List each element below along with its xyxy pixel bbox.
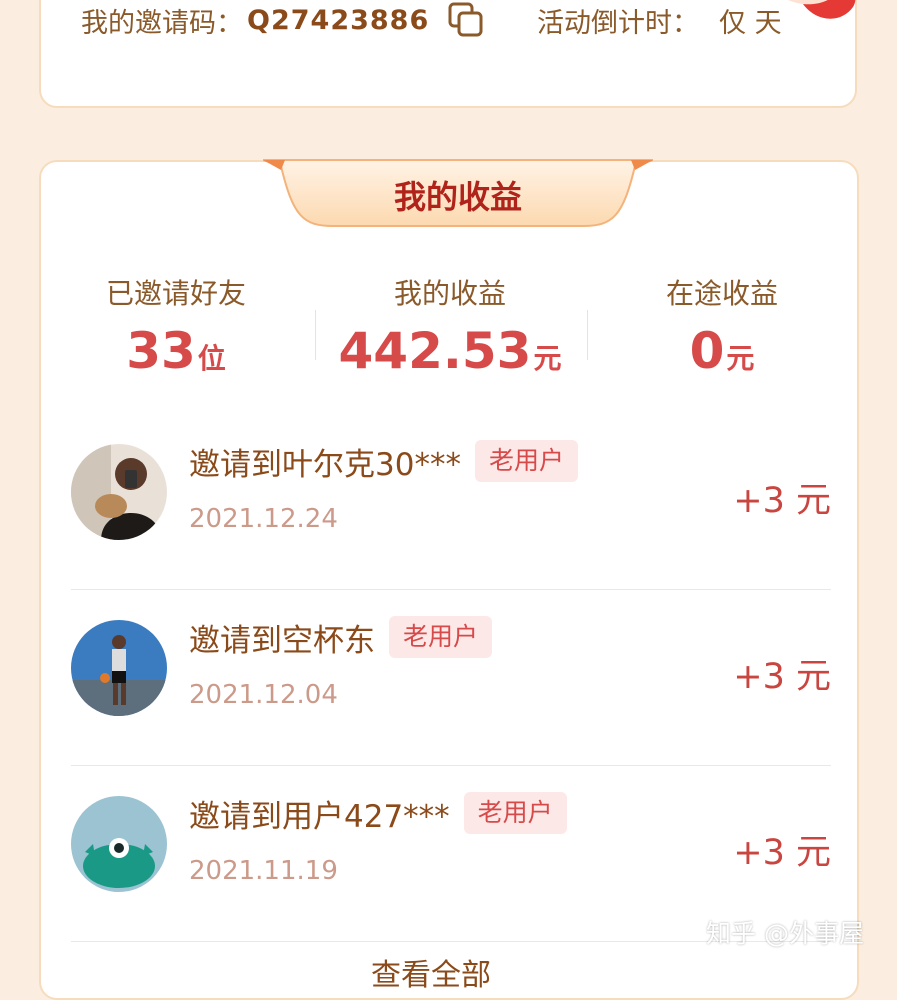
record-date: 2021.12.24 — [189, 504, 338, 534]
record-amount: +3 元 — [733, 657, 831, 697]
stat-value: 0元 — [587, 322, 857, 380]
user-type-badge: 老用户 — [474, 440, 578, 482]
stat-my-earnings: 我的收益 442.53元 — [315, 274, 585, 380]
stat-unit: 位 — [197, 342, 226, 375]
record-name: 邀请到空杯东 — [189, 622, 375, 659]
stat-label: 已邀请好友 — [105, 277, 246, 310]
record-name: 邀请到用户427*** — [189, 798, 450, 835]
list-item[interactable]: 邀请到空杯东 老用户 2021.12.04 +3 元 — [71, 590, 831, 766]
avatar — [71, 620, 167, 716]
copy-icon[interactable] — [447, 1, 485, 39]
invite-code-row: 我的邀请码： Q27423886 — [81, 0, 485, 40]
record-date: 2021.12.04 — [189, 680, 338, 710]
stat-number: 442.53 — [338, 322, 532, 380]
stat-number: 33 — [126, 322, 196, 380]
see-all-link[interactable]: 查看全部 — [371, 950, 491, 994]
stat-value: 442.53元 — [315, 322, 585, 380]
earnings-card: 我的收益 已邀请好友 33位 我的收益 442.53元 在途收益 0元 邀请到叶… — [39, 159, 859, 1000]
earnings-title: 我的收益 — [393, 178, 522, 216]
stat-value: 33位 — [41, 322, 311, 380]
hand-decoration — [788, 0, 856, 19]
record-title: 邀请到用户427*** 老用户 — [189, 792, 567, 835]
stat-label: 在途收益 — [665, 277, 778, 310]
list-item[interactable]: 邀请到叶尔克30*** 老用户 2021.12.24 +3 元 — [71, 414, 831, 590]
stat-unit: 元 — [726, 342, 755, 375]
stats-row: 已邀请好友 33位 我的收益 442.53元 在途收益 0元 — [41, 274, 857, 384]
record-amount: +3 元 — [733, 481, 831, 521]
watermark: 知乎 @外事屋 — [706, 919, 864, 948]
record-title: 邀请到叶尔克30*** 老用户 — [189, 440, 578, 483]
stat-pending-earnings: 在途收益 0元 — [587, 274, 857, 380]
stat-unit: 元 — [533, 342, 562, 375]
user-type-badge: 老用户 — [463, 792, 567, 834]
stat-invited-friends: 已邀请好友 33位 — [41, 274, 311, 380]
avatar — [71, 796, 167, 892]
stat-label: 我的收益 — [393, 277, 506, 310]
record-amount: +3 元 — [733, 833, 831, 873]
avatar — [71, 444, 167, 540]
invite-code: Q27423886 — [247, 4, 430, 36]
invite-code-label: 我的邀请码： — [81, 7, 243, 39]
countdown-label: 活动倒计时： — [537, 7, 699, 39]
stat-number: 0 — [689, 322, 725, 380]
user-type-badge: 老用户 — [389, 616, 493, 658]
record-name: 邀请到叶尔克30*** — [189, 446, 461, 483]
record-date: 2021.11.19 — [189, 856, 338, 886]
record-title: 邀请到空杯东 老用户 — [189, 616, 493, 659]
invite-card: 我的邀请码： Q27423886 活动倒计时： 仅 天 — [39, 0, 857, 108]
